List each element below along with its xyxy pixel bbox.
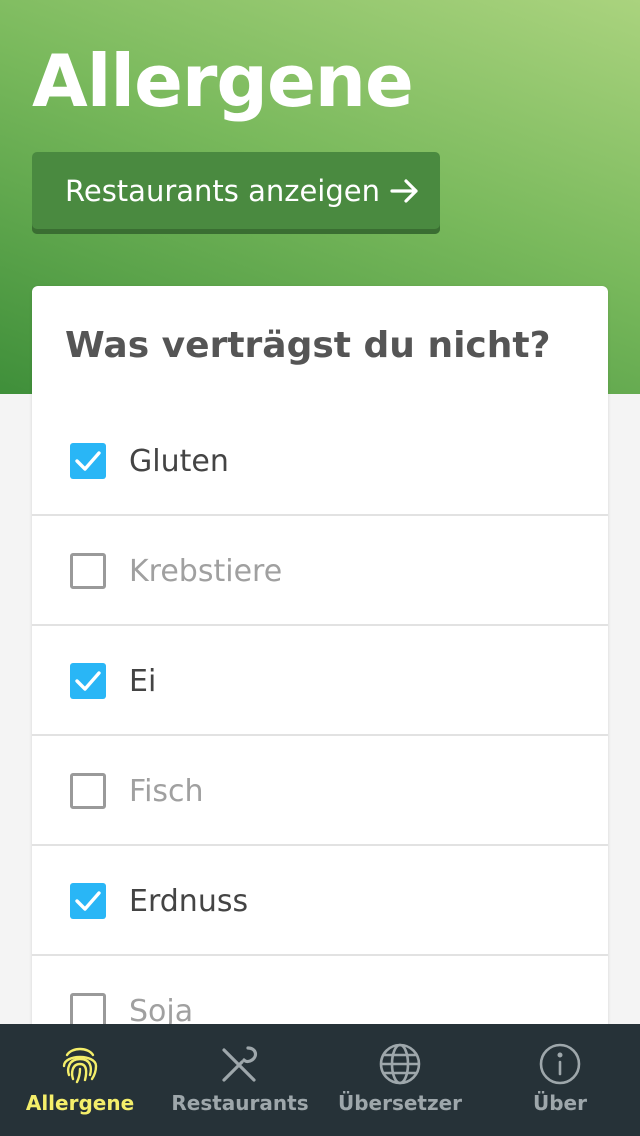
allergen-label: Gluten [129,444,229,479]
bottom-tab-bar: Allergene Restaurants Übersetzer Über [0,1024,640,1136]
checkbox[interactable] [70,553,106,589]
allergen-label: Erdnuss [129,884,249,919]
cutlery-icon [218,1042,262,1086]
allergen-item-erdnuss[interactable]: Erdnuss [32,846,608,956]
tab-label: Übersetzer [337,1091,463,1115]
allergen-item-fisch[interactable]: Fisch [32,736,608,846]
arrow-right-icon [390,178,420,204]
tab-label: Allergene [25,1091,135,1115]
allergen-label: Krebstiere [129,554,283,589]
info-icon [538,1042,582,1086]
tab-ueber[interactable]: Über [480,1024,640,1136]
checkbox[interactable] [70,663,106,699]
tab-uebersetzer[interactable]: Übersetzer [320,1024,480,1136]
tab-label: Restaurants [171,1091,309,1115]
page-title: Allergene [32,39,414,123]
show-restaurants-label: Restaurants anzeigen [65,174,380,208]
allergen-label: Fisch [129,774,204,809]
show-restaurants-button[interactable]: Restaurants anzeigen [32,152,440,234]
allergene-screen: Allergene Restaurants anzeigen Was vertr… [0,0,640,1136]
checkbox[interactable] [70,443,106,479]
allergen-item-ei[interactable]: Ei [32,626,608,736]
tab-restaurants[interactable]: Restaurants [160,1024,320,1136]
checkbox[interactable] [70,883,106,919]
allergen-item-gluten[interactable]: Gluten [32,406,608,516]
checkbox[interactable] [70,773,106,809]
allergen-card: Was verträgst du nicht? Gluten Krebstier… [32,286,608,1046]
fingerprint-icon [58,1042,102,1086]
allergen-label: Ei [129,664,157,699]
tab-allergene[interactable]: Allergene [0,1024,160,1136]
question-heading: Was verträgst du nicht? [65,325,551,366]
tab-label: Über [533,1091,587,1115]
globe-icon [378,1042,422,1086]
allergen-item-krebstiere[interactable]: Krebstiere [32,516,608,626]
